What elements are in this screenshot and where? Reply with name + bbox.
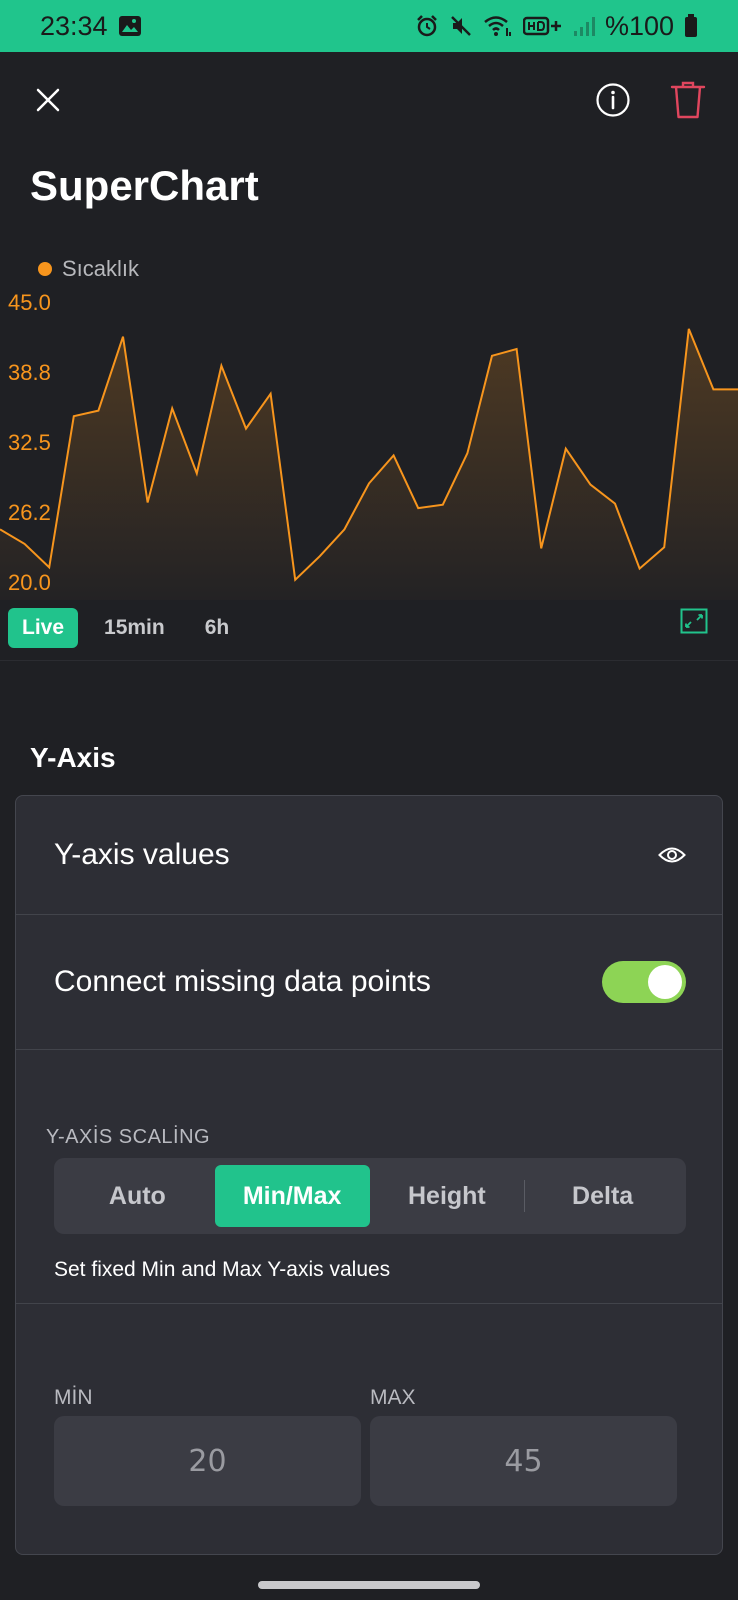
min-input[interactable]: 20	[54, 1416, 361, 1506]
row-divider	[16, 1049, 722, 1050]
legend-label: Sıcaklık	[62, 256, 140, 281]
signal-icon	[573, 17, 595, 36]
battery-percent: %100	[604, 10, 674, 41]
chart-svg	[0, 328, 738, 600]
legend-dot	[38, 262, 52, 276]
y-axis-values-row[interactable]: Y-axis values	[16, 796, 722, 914]
y-axis-values-label: Y-axis values	[54, 838, 230, 871]
y-tick-label: 20.0	[8, 570, 51, 595]
eye-icon[interactable]	[658, 845, 686, 865]
alarm-icon	[417, 15, 437, 37]
scaling-option-height[interactable]: Height	[370, 1165, 525, 1227]
y-tick-label: 32.5	[8, 430, 51, 455]
battery-icon	[685, 14, 697, 37]
scaling-option-auto[interactable]: Auto	[60, 1165, 215, 1227]
scaling-option-delta[interactable]: Delta	[525, 1165, 680, 1227]
chart-legend: Sıcaklık	[38, 256, 139, 282]
mute-icon	[451, 16, 471, 36]
section-title-y-axis: Y-Axis	[30, 742, 116, 773]
y-axis-scaling-label: Y-AXİS SCALİNG	[46, 1126, 211, 1148]
range-tab-15min[interactable]: 15min	[90, 608, 179, 648]
chart-divider	[0, 660, 738, 661]
range-tab-live[interactable]: Live	[8, 608, 79, 648]
expand-icon[interactable]	[680, 608, 708, 634]
wifi-icon	[484, 16, 511, 36]
close-icon[interactable]	[30, 82, 66, 118]
series-area-fill	[0, 328, 738, 600]
y-tick-label: 38.8	[8, 360, 51, 385]
scaling-description: Set fixed Min and Max Y-axis values	[54, 1258, 391, 1281]
max-input[interactable]: 45	[370, 1416, 677, 1506]
y-axis-scaling-selector: Auto Min/Max Height Delta	[54, 1158, 686, 1234]
y-tick-label: 45.0	[8, 290, 51, 315]
status-bar: 23:34 %100	[0, 0, 738, 52]
gallery-icon	[118, 16, 141, 36]
hd-plus-icon	[522, 16, 561, 36]
y-tick-label: 26.2	[8, 500, 51, 525]
info-icon[interactable]	[595, 82, 631, 118]
status-time: 23:34	[40, 10, 108, 41]
trash-icon[interactable]	[670, 80, 706, 120]
status-time-group: 23:34	[40, 11, 142, 42]
y-axis-settings-card: Y-axis values Connect missing data point…	[15, 795, 723, 1555]
time-range-tabs: Live 15min 6h	[8, 608, 243, 648]
row-divider	[16, 1303, 722, 1304]
range-tab-6h[interactable]: 6h	[191, 608, 244, 648]
connect-missing-toggle[interactable]	[602, 961, 686, 1003]
max-label: MAX	[370, 1386, 416, 1409]
toggle-knob	[648, 965, 682, 999]
connect-missing-label: Connect missing data points	[54, 965, 431, 998]
page-title: SuperChart	[30, 162, 259, 209]
connect-missing-row[interactable]: Connect missing data points	[16, 915, 722, 1049]
home-indicator[interactable]	[258, 1581, 480, 1589]
scaling-option-min-max[interactable]: Min/Max	[214, 1165, 370, 1227]
chart-area: Sıcaklık 45.0 38.8 32.5 26.2 20.0 Live 1…	[0, 240, 738, 660]
status-icons: %100	[415, 11, 698, 42]
min-label: MİN	[54, 1386, 93, 1409]
